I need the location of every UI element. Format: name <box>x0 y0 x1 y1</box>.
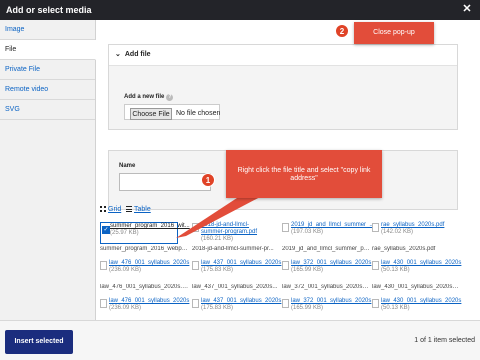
annotation-text-2: Close pop-up <box>373 29 415 36</box>
annotation-callout-1: Right click the file title and select "c… <box>226 150 382 198</box>
step-badge-1: 1 <box>201 173 215 187</box>
step-badge-2: 2 <box>335 24 349 38</box>
annotation-callout-2: Close pop-up <box>354 22 434 44</box>
annotation-arrow <box>176 196 262 238</box>
annotation-text-1: Right click the file title and select "c… <box>237 167 371 182</box>
